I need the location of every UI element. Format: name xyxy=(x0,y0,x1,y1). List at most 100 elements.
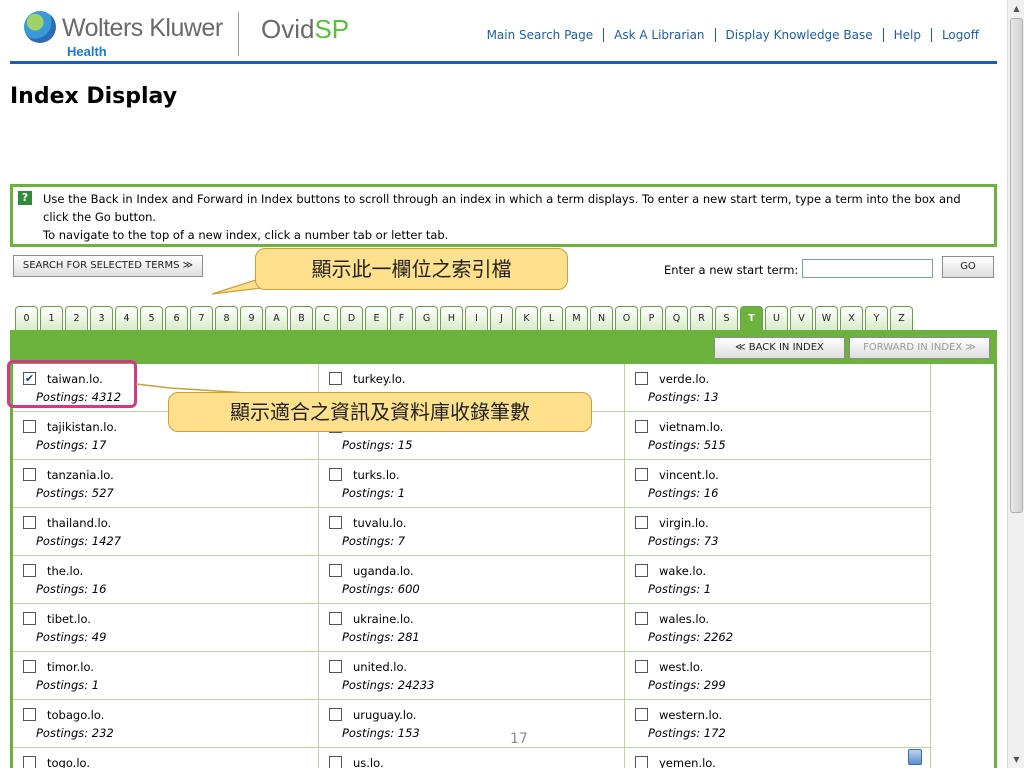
forward-in-index-button[interactable]: FORWARD IN INDEX ≫ xyxy=(849,337,990,359)
tab-f[interactable]: F xyxy=(390,306,413,330)
back-in-index-button[interactable]: ≪ BACK IN INDEX xyxy=(714,337,845,359)
nav-logoff[interactable]: Logoff xyxy=(930,28,989,42)
tab-0[interactable]: 0 xyxy=(15,306,38,330)
term-label[interactable]: west.lo. xyxy=(659,660,703,674)
tab-a[interactable]: A xyxy=(265,306,288,330)
tab-j[interactable]: J xyxy=(490,306,513,330)
term-label[interactable]: tajikistan.lo. xyxy=(47,420,117,434)
tab-p[interactable]: P xyxy=(640,306,663,330)
term-label[interactable]: virgin.lo. xyxy=(659,516,709,530)
term-checkbox[interactable] xyxy=(329,708,342,721)
tab-w[interactable]: W xyxy=(815,306,838,330)
tab-c[interactable]: C xyxy=(315,306,338,330)
search-selected-terms-button[interactable]: SEARCH FOR SELECTED TERMS ≫ xyxy=(13,255,203,277)
term-label[interactable]: western.lo. xyxy=(659,708,722,722)
tab-3[interactable]: 3 xyxy=(90,306,113,330)
tab-8[interactable]: 8 xyxy=(215,306,238,330)
tab-s[interactable]: S xyxy=(715,306,738,330)
tab-d[interactable]: D xyxy=(340,306,363,330)
term-checkbox[interactable] xyxy=(329,516,342,529)
page-scrollbar[interactable]: ▲ ▼ xyxy=(1007,0,1024,768)
term-checkbox[interactable] xyxy=(23,612,36,625)
term-checkbox[interactable] xyxy=(23,564,36,577)
tab-b[interactable]: B xyxy=(290,306,313,330)
term-label[interactable]: turks.lo. xyxy=(353,468,400,482)
term-label[interactable]: tobago.lo. xyxy=(47,708,104,722)
nav-display-knowledge-base[interactable]: Display Knowledge Base xyxy=(714,28,883,42)
term-checkbox[interactable] xyxy=(329,564,342,577)
term-checkbox[interactable] xyxy=(329,660,342,673)
tab-2[interactable]: 2 xyxy=(65,306,88,330)
term-label[interactable]: united.lo. xyxy=(353,660,407,674)
term-checkbox[interactable] xyxy=(635,420,648,433)
tab-9[interactable]: 9 xyxy=(240,306,263,330)
term-checkbox[interactable] xyxy=(329,468,342,481)
nav-help[interactable]: Help xyxy=(882,28,931,42)
tab-4[interactable]: 4 xyxy=(115,306,138,330)
document-icon[interactable] xyxy=(908,749,922,765)
tab-l[interactable]: L xyxy=(540,306,563,330)
nav-ask-a-librarian[interactable]: Ask A Librarian xyxy=(603,28,714,42)
tab-5[interactable]: 5 xyxy=(140,306,163,330)
term-checkbox[interactable] xyxy=(329,612,342,625)
tab-e[interactable]: E xyxy=(365,306,388,330)
term-checkbox[interactable] xyxy=(329,756,342,768)
tab-6[interactable]: 6 xyxy=(165,306,188,330)
term-label[interactable]: tanzania.lo. xyxy=(47,468,114,482)
tab-z[interactable]: Z xyxy=(890,306,913,330)
tab-o[interactable]: O xyxy=(615,306,638,330)
term-checkbox[interactable] xyxy=(635,516,648,529)
term-checkbox[interactable] xyxy=(635,612,648,625)
tab-y[interactable]: Y xyxy=(865,306,888,330)
term-label[interactable]: yemen.lo. xyxy=(659,756,716,768)
term-label[interactable]: turkey.lo. xyxy=(353,372,405,386)
term-label[interactable]: thailand.lo. xyxy=(47,516,111,530)
term-checkbox[interactable] xyxy=(635,756,648,768)
tab-v[interactable]: V xyxy=(790,306,813,330)
scroll-down-icon[interactable]: ▼ xyxy=(1010,753,1023,766)
tab-1[interactable]: 1 xyxy=(40,306,63,330)
tab-i[interactable]: I xyxy=(465,306,488,330)
term-checkbox[interactable] xyxy=(635,372,648,385)
term-label[interactable]: vincent.lo. xyxy=(659,468,719,482)
tab-q[interactable]: Q xyxy=(665,306,688,330)
term-checkbox[interactable] xyxy=(23,468,36,481)
scroll-up-icon[interactable]: ▲ xyxy=(1010,2,1023,15)
tab-g[interactable]: G xyxy=(415,306,438,330)
tab-t[interactable]: T xyxy=(740,306,763,330)
term-checkbox[interactable] xyxy=(329,372,342,385)
term-label[interactable]: uganda.lo. xyxy=(353,564,414,578)
go-button[interactable]: GO xyxy=(942,256,994,278)
term-checkbox[interactable] xyxy=(635,660,648,673)
term-checkbox[interactable] xyxy=(635,564,648,577)
term-checkbox[interactable] xyxy=(23,660,36,673)
term-label[interactable]: ukraine.lo. xyxy=(353,612,414,626)
term-label[interactable]: vietnam.lo. xyxy=(659,420,723,434)
term-checkbox[interactable] xyxy=(635,468,648,481)
term-label[interactable]: verde.lo. xyxy=(659,372,709,386)
term-label[interactable]: tibet.lo. xyxy=(47,612,91,626)
term-label[interactable]: us.lo. xyxy=(353,756,384,768)
tab-r[interactable]: R xyxy=(690,306,713,330)
tab-7[interactable]: 7 xyxy=(190,306,213,330)
term-label[interactable]: wake.lo. xyxy=(659,564,706,578)
tab-h[interactable]: H xyxy=(440,306,463,330)
tab-n[interactable]: N xyxy=(590,306,613,330)
term-checkbox[interactable] xyxy=(635,708,648,721)
scroll-thumb[interactable] xyxy=(1010,18,1023,513)
tab-k[interactable]: K xyxy=(515,306,538,330)
tab-x[interactable]: X xyxy=(840,306,863,330)
start-term-input[interactable] xyxy=(802,259,933,278)
tab-m[interactable]: M xyxy=(565,306,588,330)
term-checkbox[interactable] xyxy=(23,420,36,433)
term-checkbox[interactable] xyxy=(23,756,36,768)
term-label[interactable]: tuvalu.lo. xyxy=(353,516,406,530)
term-label[interactable]: timor.lo. xyxy=(47,660,94,674)
tab-u[interactable]: U xyxy=(765,306,788,330)
nav-main-search-page[interactable]: Main Search Page xyxy=(477,28,604,42)
term-label[interactable]: togo.lo. xyxy=(47,756,90,768)
term-label[interactable]: wales.lo. xyxy=(659,612,709,626)
term-label[interactable]: uruguay.lo. xyxy=(353,708,416,722)
term-label[interactable]: the.lo. xyxy=(47,564,83,578)
term-checkbox[interactable] xyxy=(23,708,36,721)
